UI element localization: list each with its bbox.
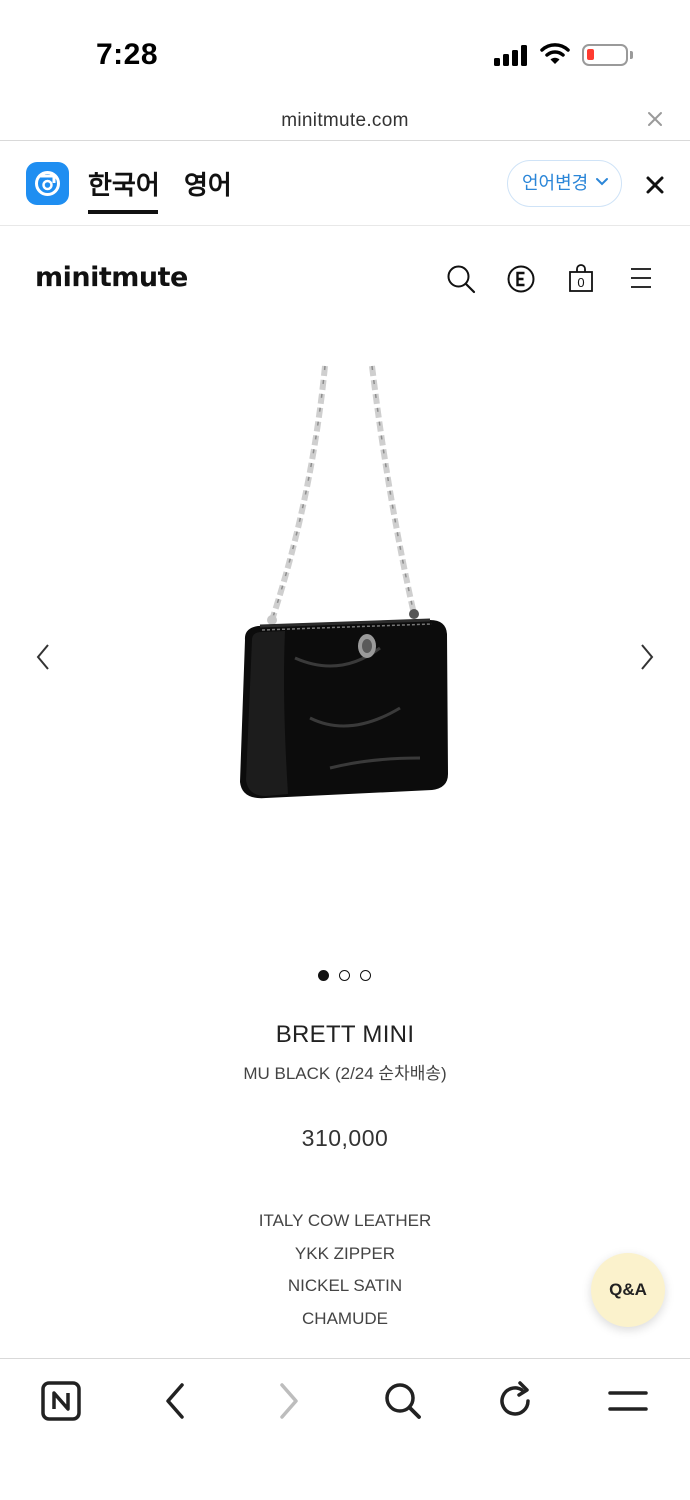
cellular-signal-icon (494, 44, 530, 66)
product-variant: MU BLACK (2/24 순차배송) (243, 1064, 447, 1083)
search-icon[interactable] (446, 264, 476, 294)
product-spec: YKK ZIPPER (294, 1244, 396, 1263)
battery-icon (582, 44, 628, 66)
product-spec: ITALY COW LEATHER (258, 1211, 432, 1230)
carousel-next-icon[interactable] (638, 643, 656, 671)
site-header: minitmute 0 (0, 226, 690, 332)
browser-toolbar (0, 1358, 690, 1500)
close-translate-icon[interactable] (645, 175, 665, 195)
carousel-dot-1[interactable] (318, 970, 329, 981)
carousel-dot-3[interactable] (360, 970, 371, 981)
forward-icon[interactable] (274, 1380, 304, 1422)
carousel-dots (318, 970, 378, 982)
status-time: 7:28 (96, 38, 159, 71)
search-icon[interactable] (382, 1380, 424, 1422)
shopping-bag-icon[interactable]: 0 (566, 264, 596, 294)
menu-icon[interactable] (606, 1380, 650, 1422)
product-spec: CHAMUDE (302, 1309, 388, 1328)
close-icon[interactable] (646, 110, 664, 128)
tab-korean[interactable]: 한국어 (88, 165, 160, 202)
product-spec: NICKEL SATIN (287, 1276, 403, 1295)
papago-icon (26, 162, 69, 205)
product-image[interactable] (200, 358, 490, 818)
wifi-icon (540, 43, 570, 64)
carousel-dot-2[interactable] (339, 970, 350, 981)
change-language-label: 언어변경 (522, 173, 589, 193)
address-bar[interactable]: minitmute.com (0, 100, 690, 141)
translate-bar: 한국어 영어 언어변경 (0, 141, 690, 226)
tab-english[interactable]: 영어 (184, 165, 232, 202)
e-circle-icon[interactable] (506, 264, 536, 294)
carousel-prev-icon[interactable] (34, 643, 52, 671)
product-name: BRETT MINI (275, 1021, 415, 1048)
qa-button[interactable]: Q&A (591, 1253, 665, 1327)
refresh-icon[interactable] (494, 1380, 536, 1422)
status-bar: 7:28 (0, 0, 690, 100)
site-logo[interactable]: minitmute (35, 262, 188, 293)
chevron-down-icon (596, 178, 608, 186)
hamburger-menu-icon[interactable] (628, 266, 654, 290)
cart-count: 0 (577, 275, 585, 290)
active-tab-indicator (88, 210, 158, 214)
change-language-button[interactable]: 언어변경 (507, 160, 622, 207)
naver-home-icon[interactable] (40, 1380, 82, 1422)
url-text[interactable]: minitmute.com (0, 110, 690, 132)
product-price: 310,000 (301, 1125, 389, 1151)
back-icon[interactable] (160, 1380, 190, 1422)
